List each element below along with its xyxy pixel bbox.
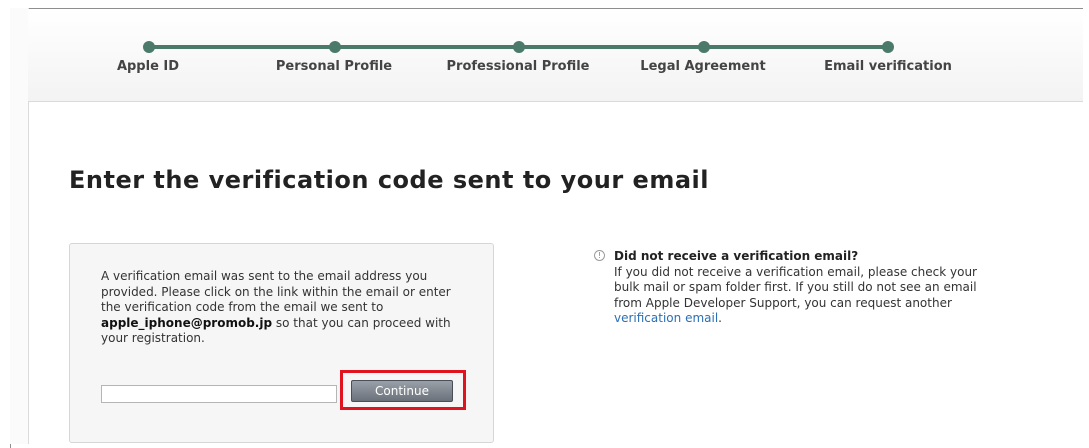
help-body-text: If you did not receive a verification em… <box>614 264 977 310</box>
page-title: Enter the verification code sent to your… <box>69 166 709 194</box>
step-label-professional-profile: Professional Profile <box>446 59 590 74</box>
step-dot-professional-profile <box>513 41 525 53</box>
help-section: ! Did not receive a verification email? … <box>594 249 994 327</box>
recipient-email: apple_iphone@promob.jp <box>101 315 273 330</box>
verification-email-link[interactable]: verification email <box>614 311 718 325</box>
help-body-suffix: . <box>718 311 722 325</box>
instructions-text-before: A verification email was sent to the ema… <box>101 269 451 314</box>
step-label-email-verification: Email verification <box>824 59 952 74</box>
step-dot-legal-agreement <box>698 41 710 53</box>
help-title: Did not receive a verification email? <box>614 249 859 263</box>
verification-panel: A verification email was sent to the ema… <box>69 243 494 443</box>
step-dot-personal-profile <box>329 41 341 53</box>
step-dot-email-verification <box>882 41 894 53</box>
progress-stepper: Apple ID Personal Profile Professional P… <box>28 9 1083 102</box>
step-label-apple-id: Apple ID <box>116 59 180 74</box>
step-label-personal-profile: Personal Profile <box>275 59 393 74</box>
verification-code-input[interactable] <box>101 385 337 403</box>
left-margin-strip <box>10 8 29 444</box>
continue-button[interactable]: Continue <box>351 380 453 402</box>
step-label-legal-agreement: Legal Agreement <box>640 59 766 74</box>
help-body: If you did not receive a verification em… <box>614 265 994 327</box>
info-icon: ! <box>594 250 605 261</box>
step-dot-apple-id <box>143 41 155 53</box>
verification-instructions: A verification email was sent to the ema… <box>101 269 463 347</box>
